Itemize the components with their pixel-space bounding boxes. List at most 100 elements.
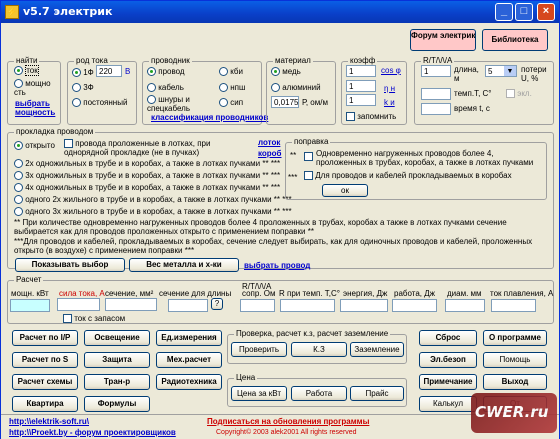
radio-current[interactable] <box>14 66 23 76</box>
conductor-classification-link[interactable]: классификация проводников <box>151 113 268 122</box>
radio-laying-2[interactable] <box>14 171 23 181</box>
remember-check[interactable] <box>346 112 355 122</box>
radio-open[interactable] <box>14 141 23 151</box>
loss-select[interactable]: 5 ▼ <box>485 65 517 77</box>
section-input[interactable] <box>105 298 157 311</box>
calc-ip-button[interactable]: Расчет по I/P <box>12 330 78 346</box>
calculator-button[interactable]: Калькул <box>419 396 477 412</box>
radio-laying-3[interactable] <box>14 183 23 193</box>
tray-check[interactable] <box>64 139 73 149</box>
resistivity-input[interactable]: 0,0175 <box>271 96 299 108</box>
radio-laying-5[interactable] <box>14 207 23 217</box>
time-input[interactable] <box>421 103 451 115</box>
radio-power[interactable] <box>14 79 23 89</box>
conductor-wire-option[interactable]: провод <box>147 67 185 77</box>
minimize-button[interactable]: _ <box>495 3 513 21</box>
find-opt-current[interactable]: ток <box>14 65 39 76</box>
forum-button[interactable]: Форум электриков <box>410 29 476 51</box>
choose-wire-link[interactable]: выбрать провод <box>244 261 310 270</box>
subscribe-link[interactable]: Подписаться на обновления программы <box>207 417 369 426</box>
exit-button[interactable]: Выход <box>483 374 547 390</box>
mech-calc-button[interactable]: Мех.расчет <box>156 352 222 368</box>
eta-link[interactable]: η н <box>384 84 395 93</box>
radio-cords[interactable] <box>147 95 156 105</box>
conductor-cable-option[interactable]: кабель <box>147 83 184 93</box>
pricelist-button[interactable]: Прайс <box>350 386 404 401</box>
remember-checkbox[interactable]: запомнить <box>346 112 396 122</box>
cos-phi-input[interactable]: 1 <box>346 65 376 77</box>
units-button[interactable]: Ед.измерения <box>156 330 222 346</box>
radio-laying-4[interactable] <box>14 195 23 205</box>
material-copper-option[interactable]: медь <box>271 67 301 77</box>
section-len-input[interactable] <box>168 299 208 312</box>
conductor-kbi-option[interactable]: кби <box>219 67 243 77</box>
lighting-button[interactable]: Освещение <box>84 330 150 346</box>
calc-scheme-button[interactable]: Расчет схемы <box>12 374 78 390</box>
material-aluminum-option[interactable]: алюминий <box>271 83 321 93</box>
laying-opt-5[interactable]: одного 3х жильного в трубе и в коробах, … <box>14 207 292 217</box>
site-link-2[interactable]: http:\\Proekt.by - форум проектировщиков <box>9 428 176 437</box>
radio-tech-button[interactable]: Радиотехника <box>156 374 222 390</box>
help-button[interactable]: Помощь <box>483 352 547 368</box>
eta-input[interactable]: 1 <box>346 80 376 92</box>
short-circuit-button[interactable]: К.З <box>291 342 347 357</box>
metal-weight-button[interactable]: Вес металла и х-ки <box>129 258 239 272</box>
radio-kbi[interactable] <box>219 67 228 77</box>
tray-link[interactable]: лоток <box>258 138 280 147</box>
correction-chk2[interactable]: Для проводов и кабелей прокладываемых в … <box>304 171 512 181</box>
laying-opt-4[interactable]: одного 2х жильного в трубе и в коробах, … <box>14 195 292 205</box>
laying-open-option[interactable]: открыто <box>14 141 55 151</box>
voltage-input[interactable]: 220 <box>96 65 122 77</box>
power-input[interactable] <box>10 299 50 312</box>
correction-check-1[interactable] <box>304 152 313 161</box>
laying-tray-checkbox[interactable]: провода проложенные в лотках, при одноря… <box>64 139 256 157</box>
work-button[interactable]: Работа <box>291 386 347 401</box>
radio-npsh[interactable] <box>219 83 228 93</box>
protection-button[interactable]: Защита <box>84 352 150 368</box>
length-input[interactable]: 1 <box>421 65 451 77</box>
maximize-button[interactable]: □ <box>515 3 533 21</box>
laying-opt-3[interactable]: 4х одножильных в трубе и в коробах, а та… <box>14 183 280 193</box>
current-1f-option[interactable]: 1Ф <box>72 68 94 78</box>
conductor-npsh-option[interactable]: нпш <box>219 83 245 93</box>
reserve-check[interactable] <box>63 314 72 324</box>
radio-sip[interactable] <box>219 98 228 108</box>
resist-input[interactable] <box>240 299 275 312</box>
current-dc-option[interactable]: постоянный <box>72 98 127 108</box>
radio-wire[interactable] <box>147 67 156 77</box>
about-button[interactable]: О программе <box>483 330 547 346</box>
close-button[interactable]: × <box>537 3 555 21</box>
current-3f-option[interactable]: 3Ф <box>72 83 94 93</box>
reset-button[interactable]: Сброс <box>419 330 477 346</box>
energy-input[interactable] <box>340 299 388 312</box>
show-choice-button[interactable]: Показывать выбор <box>15 258 125 272</box>
radio-3f[interactable] <box>72 83 81 93</box>
work-input[interactable] <box>392 299 437 312</box>
correction-ok-button[interactable]: ок <box>322 184 368 197</box>
conductor-cords-option[interactable]: шнуры и спецкабель <box>147 95 217 113</box>
radio-aluminum[interactable] <box>271 83 280 93</box>
find-opt-power[interactable]: мощно сть <box>14 79 58 97</box>
correction-chk1[interactable]: Одновременно нагруженных проводов более … <box>304 149 542 167</box>
melt-input[interactable] <box>491 299 536 312</box>
radio-1f[interactable] <box>72 68 81 78</box>
ki-link[interactable]: k и <box>384 98 395 107</box>
laying-opt-1[interactable]: 2х одножильных в трубе и в коробах, а та… <box>14 159 280 169</box>
r-temp-input[interactable] <box>280 299 335 312</box>
current-input[interactable] <box>57 298 100 311</box>
radio-laying-1[interactable] <box>14 159 23 169</box>
library-button[interactable]: Библиотека <box>482 29 548 51</box>
cos-phi-link[interactable]: cos φ <box>381 66 401 75</box>
transformer-button[interactable]: Тран-р <box>84 374 150 390</box>
verify-button[interactable]: Проверить <box>231 342 287 357</box>
apartment-button[interactable]: Квартира <box>12 396 78 412</box>
price-per-kw-button[interactable]: Цена за кВт <box>231 386 287 401</box>
choose-power-link[interactable]: выбрать мощность <box>15 99 59 117</box>
chevron-down-icon[interactable]: ▼ <box>504 66 516 76</box>
ki-input[interactable]: 1 <box>346 94 376 106</box>
laying-opt-2[interactable]: 3х одножильных в трубе и в коробах, а та… <box>14 171 280 181</box>
elsafety-button[interactable]: Эл.безоп <box>419 352 477 368</box>
note-button[interactable]: Примечание <box>419 374 477 390</box>
diam-input[interactable] <box>445 299 485 312</box>
reserve-checkbox[interactable]: ток с запасом <box>63 314 125 324</box>
